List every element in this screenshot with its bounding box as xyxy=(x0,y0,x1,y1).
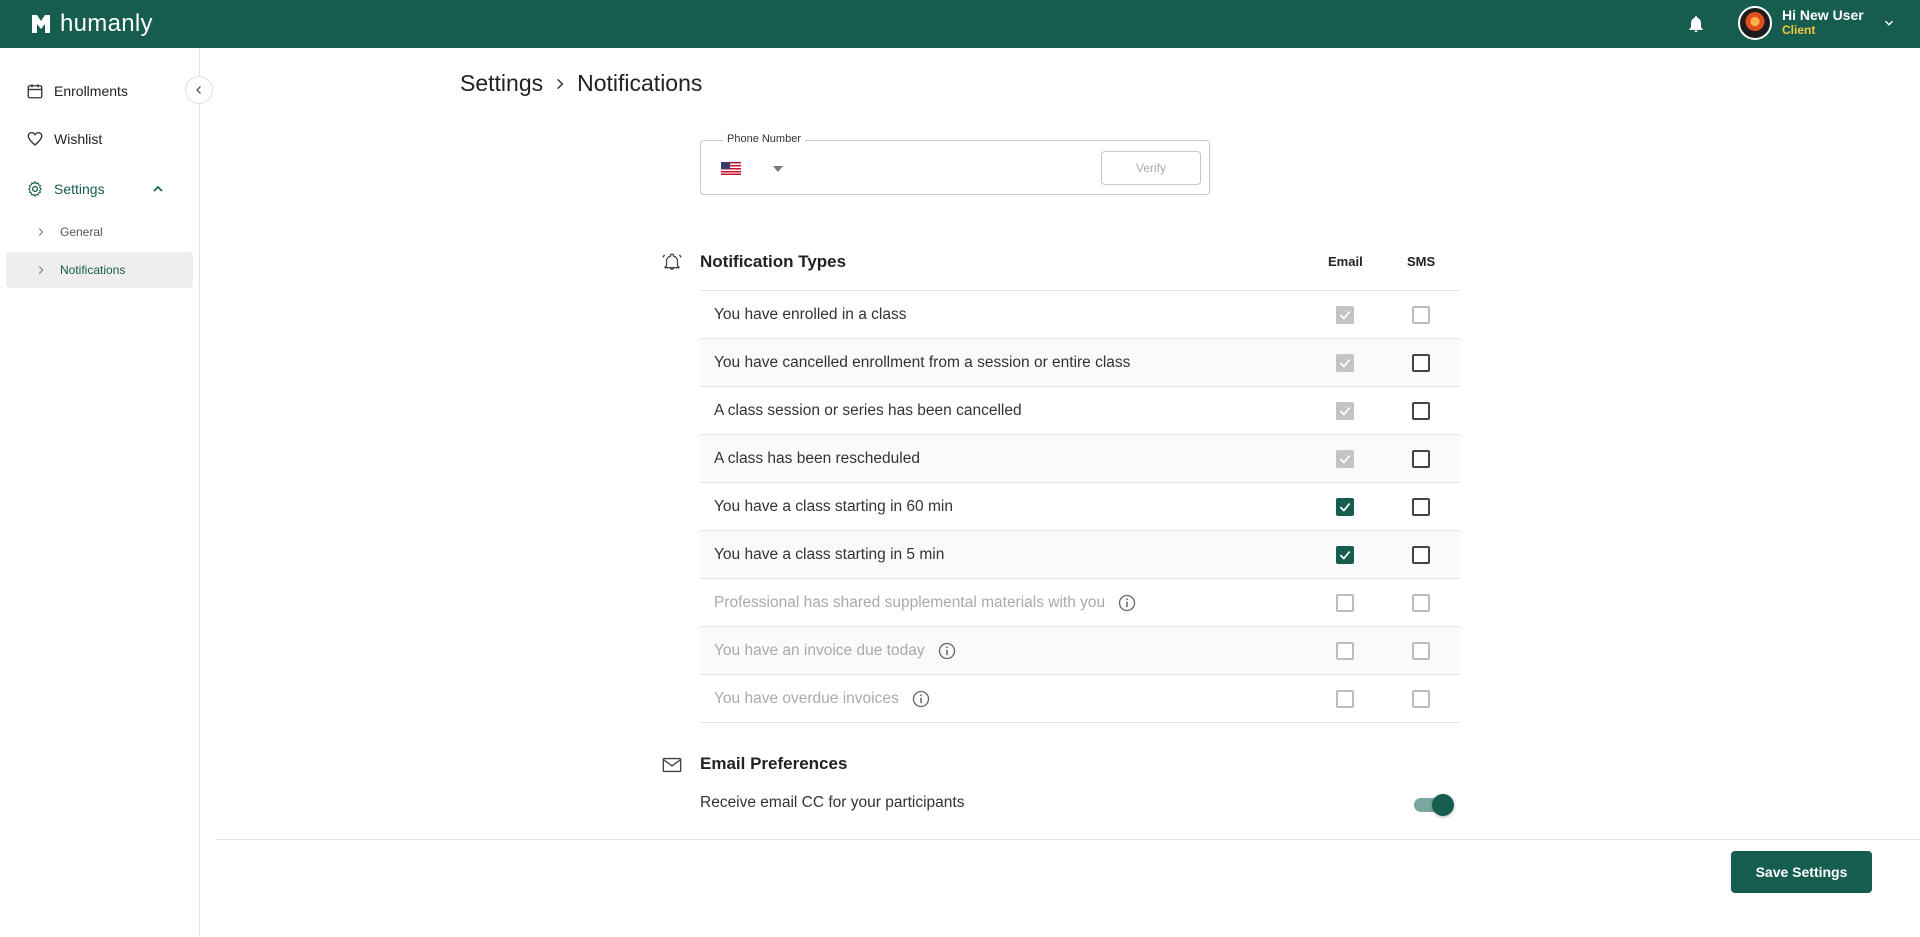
user-menu[interactable]: Hi New User Client xyxy=(1738,6,1864,40)
gear-icon xyxy=(28,180,42,198)
humanly-logo-icon xyxy=(32,15,50,33)
sidebar-subitem-label: Notifications xyxy=(60,263,126,277)
info-icon[interactable] xyxy=(937,641,957,661)
email-column-header: Email xyxy=(1328,254,1363,269)
top-bar: humanly Hi New User Client xyxy=(0,0,1920,48)
info-icon[interactable] xyxy=(1117,593,1137,613)
notification-label-text: You have overdue invoices xyxy=(714,689,899,707)
sms-checkbox[interactable] xyxy=(1412,546,1430,564)
breadcrumb-parent[interactable]: Settings xyxy=(460,70,543,97)
table-row: Professional has shared supplemental mat… xyxy=(700,579,1460,627)
table-row: You have a class starting in 60 min xyxy=(700,483,1460,531)
email-checkbox[interactable] xyxy=(1336,354,1354,372)
email-cc-toggle[interactable] xyxy=(1414,794,1454,816)
country-dropdown-caret-icon[interactable] xyxy=(773,166,783,172)
notification-types-table: You have enrolled in a class You have can… xyxy=(700,290,1460,723)
table-row: You have a class starting in 5 min xyxy=(700,531,1460,579)
table-row: A class has been rescheduled xyxy=(700,435,1460,483)
notification-label: A class has been rescheduled xyxy=(714,450,920,468)
sms-checkbox[interactable] xyxy=(1412,306,1430,324)
notification-label: You have overdue invoices xyxy=(714,689,931,709)
sms-checkbox[interactable] xyxy=(1412,690,1430,708)
mail-icon xyxy=(662,757,682,773)
sms-column-header: SMS xyxy=(1407,254,1436,269)
footer-divider xyxy=(216,839,1920,840)
email-checkbox[interactable] xyxy=(1336,450,1354,468)
notification-label-text: You have an invoice due today xyxy=(714,641,925,659)
chevron-down-icon[interactable] xyxy=(1882,16,1896,30)
save-settings-button[interactable]: Save Settings xyxy=(1731,851,1872,893)
table-row: You have cancelled enrollment from a ses… xyxy=(700,339,1460,387)
notification-label: You have cancelled enrollment from a ses… xyxy=(714,354,1130,372)
alarm-bell-icon xyxy=(662,253,682,270)
email-preferences-title: Email Preferences xyxy=(700,754,848,773)
chevron-right-icon xyxy=(557,78,564,89)
sidebar-subitem-general[interactable]: General xyxy=(6,214,193,250)
sms-checkbox[interactable] xyxy=(1412,402,1430,420)
sms-checkbox[interactable] xyxy=(1412,594,1430,612)
notification-label: Professional has shared supplemental mat… xyxy=(714,593,1137,613)
phone-number-field: Phone Number Verify xyxy=(700,133,1210,195)
email-checkbox[interactable] xyxy=(1336,306,1354,324)
notification-label-text: A class has been rescheduled xyxy=(714,449,920,467)
sms-checkbox[interactable] xyxy=(1412,450,1430,468)
logo[interactable]: humanly xyxy=(30,10,153,38)
email-checkbox[interactable] xyxy=(1336,546,1354,564)
sidebar-item-wishlist[interactable]: Wishlist xyxy=(26,130,102,148)
notification-types-title: Notification Types xyxy=(700,252,847,271)
sms-checkbox[interactable] xyxy=(1412,642,1430,660)
brand-name: humanly xyxy=(60,10,153,37)
table-row: A class session or series has been cance… xyxy=(700,387,1460,435)
table-row: You have an invoice due today xyxy=(700,627,1460,675)
sms-checkbox[interactable] xyxy=(1412,498,1430,516)
chevron-up-icon[interactable] xyxy=(150,181,166,197)
email-checkbox[interactable] xyxy=(1336,594,1354,612)
sidebar-item-label: Enrollments xyxy=(54,83,128,99)
breadcrumb: Settings Notifications xyxy=(460,70,702,97)
sidebar-item-enrollments[interactable]: Enrollments xyxy=(26,82,128,100)
sidebar-subitem-label: General xyxy=(60,225,103,239)
phone-number-input[interactable] xyxy=(793,151,1093,185)
notification-label-text: You have a class starting in 60 min xyxy=(714,497,953,515)
sms-checkbox[interactable] xyxy=(1412,354,1430,372)
notification-label-text: You have enrolled in a class xyxy=(714,305,907,323)
calendar-icon xyxy=(27,84,43,99)
email-checkbox[interactable] xyxy=(1336,642,1354,660)
us-flag-icon[interactable] xyxy=(721,162,741,175)
email-checkbox[interactable] xyxy=(1336,690,1354,708)
chevron-right-icon xyxy=(38,228,44,236)
notification-label-text: A class session or series has been cance… xyxy=(714,401,1022,419)
toggle-knob xyxy=(1432,794,1454,816)
verify-button[interactable]: Verify xyxy=(1101,151,1201,185)
collapse-sidebar-button[interactable] xyxy=(185,76,213,104)
notification-label: You have an invoice due today xyxy=(714,641,957,661)
notification-label-text: You have a class starting in 5 min xyxy=(714,545,945,563)
table-row: You have overdue invoices xyxy=(700,675,1460,723)
notification-label: A class session or series has been cance… xyxy=(714,402,1022,420)
sidebar-item-label: Wishlist xyxy=(54,131,103,147)
avatar xyxy=(1738,6,1772,40)
user-name: Hi New User xyxy=(1782,7,1864,23)
sidebar-subitem-notifications[interactable]: Notifications xyxy=(6,252,193,288)
chevron-left-icon xyxy=(196,86,201,94)
chevron-right-icon xyxy=(38,266,44,274)
user-role: Client xyxy=(1782,23,1816,37)
email-checkbox[interactable] xyxy=(1336,402,1354,420)
notification-label: You have a class starting in 5 min xyxy=(714,546,944,564)
breadcrumb-current: Notifications xyxy=(577,70,703,96)
notification-label: You have enrolled in a class xyxy=(714,306,906,324)
sidebar-item-settings[interactable]: Settings xyxy=(26,180,166,198)
bell-icon[interactable] xyxy=(1686,14,1706,34)
sidebar-item-label: Settings xyxy=(54,181,105,197)
notification-label: You have a class starting in 60 min xyxy=(714,498,953,516)
heart-icon xyxy=(27,131,43,146)
info-icon[interactable] xyxy=(911,689,931,709)
notification-label-text: Professional has shared supplemental mat… xyxy=(714,593,1106,611)
email-cc-label: Receive email CC for your participants xyxy=(700,794,965,811)
sidebar: Enrollments Wishlist Settings General No… xyxy=(0,48,200,937)
table-row: You have enrolled in a class xyxy=(700,291,1460,339)
notification-label-text: You have cancelled enrollment from a ses… xyxy=(714,353,1131,371)
phone-number-label: Phone Number xyxy=(723,133,805,145)
email-checkbox[interactable] xyxy=(1336,498,1354,516)
